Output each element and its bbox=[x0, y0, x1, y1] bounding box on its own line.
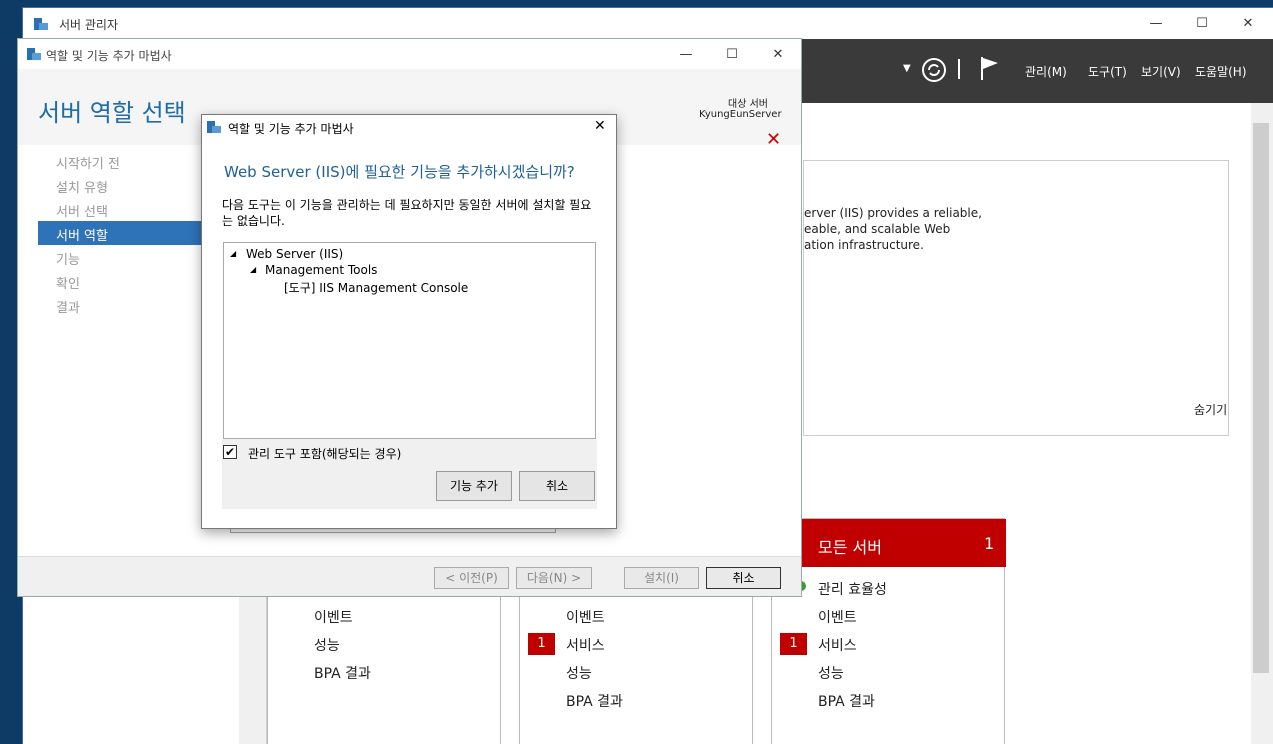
dialog-description: 다음 도구는 이 기능을 관리하는 데 필요하지만 동일한 서버에 설치할 필요… bbox=[222, 198, 592, 228]
target-server-label: 대상 서버 bbox=[728, 99, 768, 110]
tile-header-title: 모든 서버 bbox=[818, 538, 882, 557]
tree-node-web-server: Web Server (IIS) bbox=[246, 247, 344, 261]
nav-results[interactable]: 결과 bbox=[56, 297, 80, 316]
next-button[interactable]: 다음(N) > bbox=[516, 567, 592, 589]
maximize-button[interactable]: ☐ bbox=[1179, 8, 1225, 39]
wizard-heading: 서버 역할 선택 bbox=[38, 99, 186, 127]
tile-item-events[interactable]: 이벤트 bbox=[314, 607, 353, 627]
server-manager-icon bbox=[34, 18, 48, 30]
close-button[interactable]: ✕ bbox=[1225, 8, 1271, 39]
menu-view[interactable]: 보기(V) bbox=[1141, 63, 1181, 80]
wizard-close-button[interactable]: ✕ bbox=[755, 39, 801, 70]
toolbar-separator bbox=[958, 59, 960, 79]
menu-tools[interactable]: 도구(T) bbox=[1088, 63, 1127, 80]
role-description-panel: erver (IIS) provides a reliable, eable, … bbox=[803, 160, 1229, 436]
nav-before-you-begin[interactable]: 시작하기 전 bbox=[56, 153, 120, 172]
previous-button[interactable]: < 이전(P) bbox=[434, 567, 509, 589]
tile-item-events[interactable]: 이벤트 bbox=[566, 607, 605, 627]
dialog-cancel-button[interactable]: 취소 bbox=[519, 471, 595, 501]
wizard-icon bbox=[27, 48, 41, 60]
tile-item-bpa[interactable]: BPA 결과 bbox=[566, 691, 623, 711]
dialog-title: 역할 및 기능 추가 마법사 bbox=[228, 122, 354, 136]
tile-header-count: 1 bbox=[984, 534, 995, 553]
tile-item-events[interactable]: 이벤트 bbox=[818, 607, 857, 627]
tree-node-iis-console: [도구] IIS Management Console bbox=[284, 281, 469, 295]
include-tools-label: 관리 도구 포함(해당되는 경우) bbox=[248, 447, 402, 461]
expand-arrow-icon[interactable]: ◢ bbox=[250, 265, 256, 274]
menu-manage[interactable]: 관리(M) bbox=[1025, 63, 1067, 80]
server-manager-title: 서버 관리자 bbox=[59, 18, 119, 32]
hide-link[interactable]: 숨기기 bbox=[1194, 401, 1227, 418]
nav-confirmation[interactable]: 확인 bbox=[56, 273, 80, 292]
tile-header[interactable]: 모든 서버 1 bbox=[772, 519, 1006, 567]
wizard-cancel-button[interactable]: 취소 bbox=[706, 567, 781, 589]
tile-item-bpa[interactable]: BPA 결과 bbox=[314, 663, 371, 683]
include-tools-checkbox[interactable]: ✔ bbox=[223, 445, 237, 459]
server-manager-titlebar: 서버 관리자 — ☐ ✕ bbox=[23, 8, 1273, 39]
role-description-line: ation infrastructure. bbox=[804, 238, 924, 252]
tree-node-management-tools: Management Tools bbox=[265, 263, 378, 277]
dialog-icon bbox=[207, 121, 221, 133]
service-badge: 1 bbox=[528, 633, 555, 655]
notifications-flag-icon[interactable] bbox=[979, 55, 1001, 81]
tile-item-bpa[interactable]: BPA 결과 bbox=[818, 691, 875, 711]
nav-server-selection[interactable]: 서버 선택 bbox=[56, 201, 108, 220]
tile-item-manageability[interactable]: 관리 효율성 bbox=[818, 579, 887, 599]
tile-item-services[interactable]: 서비스 bbox=[818, 635, 857, 655]
wizard-minimize-button[interactable]: — bbox=[663, 39, 709, 70]
nav-server-roles[interactable]: 서버 역할 bbox=[56, 225, 108, 244]
feature-tree: ◢ Web Server (IIS) ◢ Management Tools [도… bbox=[223, 242, 596, 439]
tile-item-services[interactable]: 서비스 bbox=[566, 635, 605, 655]
tile-item-performance[interactable]: 성능 bbox=[314, 635, 340, 655]
menu-help[interactable]: 도움말(H) bbox=[1195, 63, 1247, 80]
tile-item-performance[interactable]: 성능 bbox=[818, 663, 844, 683]
refresh-icon[interactable] bbox=[921, 57, 947, 83]
dialog-close-button[interactable]: ✕ bbox=[594, 118, 606, 134]
nav-features[interactable]: 기능 bbox=[56, 249, 80, 268]
role-description-line: eable, and scalable Web bbox=[804, 222, 951, 236]
expand-arrow-icon[interactable]: ◢ bbox=[230, 249, 236, 258]
dropdown-arrow-icon[interactable]: ▼ bbox=[903, 63, 911, 74]
wizard-maximize-button[interactable]: ☐ bbox=[709, 39, 755, 70]
tile-item-performance[interactable]: 성능 bbox=[566, 663, 592, 683]
add-features-button[interactable]: 기능 추가 bbox=[436, 471, 512, 501]
nav-installation-type[interactable]: 설치 유형 bbox=[56, 177, 108, 196]
add-features-dialog: 역할 및 기능 추가 마법사 ✕ Web Server (IIS)에 필요한 기… bbox=[201, 114, 617, 529]
service-badge: 1 bbox=[780, 633, 807, 655]
dialog-question: Web Server (IIS)에 필요한 기능을 추가하시겠습니까? bbox=[224, 163, 575, 181]
target-server-name: KyungEunServer bbox=[699, 109, 782, 120]
wizard-footer: < 이전(P) 다음(N) > 설치(I) 취소 bbox=[18, 556, 801, 596]
wizard-title: 역할 및 기능 추가 마법사 bbox=[46, 49, 172, 63]
scrollbar-thumb[interactable] bbox=[1253, 123, 1269, 673]
minimize-button[interactable]: — bbox=[1133, 8, 1179, 39]
tile-all-servers: 모든 서버 1 관리 효율성 이벤트 1 서비스 성능 BPA 결과 bbox=[771, 518, 1006, 744]
role-description-line: erver (IIS) provides a reliable, bbox=[804, 206, 982, 220]
error-x-icon: ✕ bbox=[766, 129, 782, 150]
install-button[interactable]: 설치(I) bbox=[624, 567, 699, 589]
